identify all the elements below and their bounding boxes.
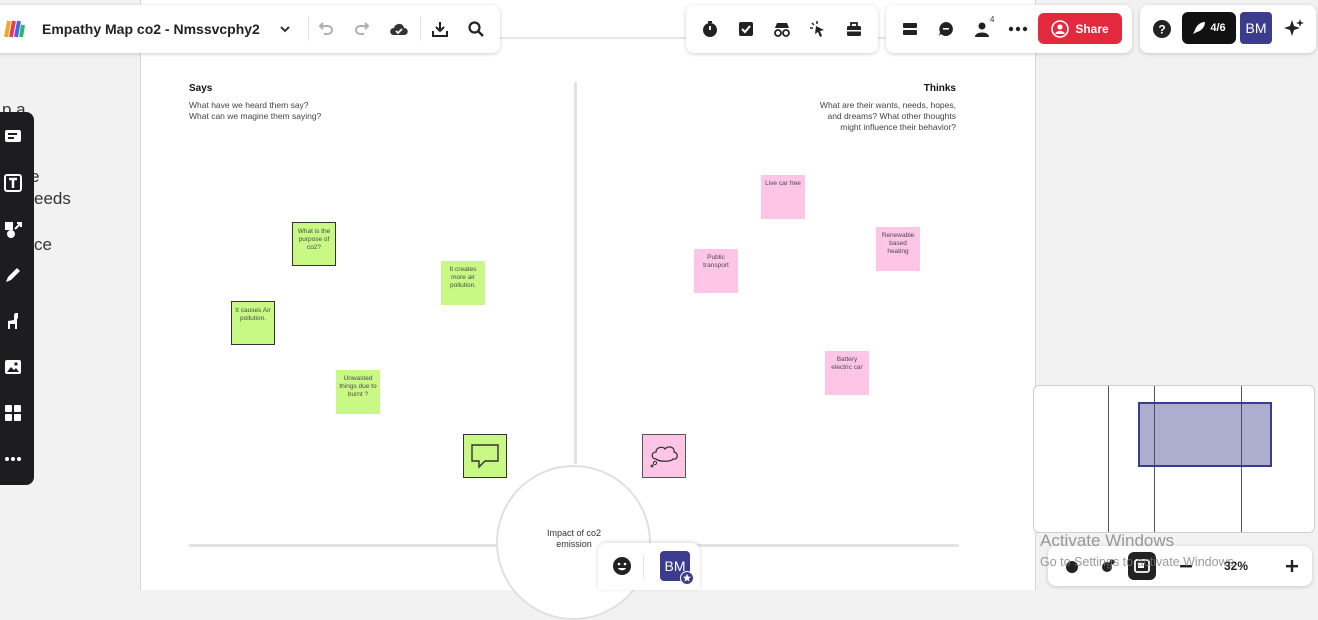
- export-icon[interactable]: [426, 15, 454, 43]
- llama-icon[interactable]: [0, 308, 26, 334]
- says-description: What have we heard them say? What can we…: [189, 100, 321, 122]
- svg-text:?: ?: [1158, 23, 1165, 37]
- miro-logo-icon[interactable]: [0, 15, 28, 43]
- cloud-saved-icon[interactable]: [385, 15, 413, 43]
- minimap-frame-edge: [1108, 386, 1109, 532]
- thinks-title: Thinks: [923, 83, 956, 94]
- attention-cursor-icon[interactable]: [804, 15, 832, 43]
- undo-icon[interactable]: [312, 15, 340, 43]
- share-user-icon: [1051, 19, 1070, 38]
- empathy-map-frame[interactable]: Says What have we heard them say? What c…: [140, 0, 1036, 620]
- collaborator-count: 4: [990, 15, 995, 24]
- sticky-note[interactable]: It causes Air pollution.: [231, 301, 275, 345]
- board-tools-bar: [686, 5, 878, 53]
- comments-icon[interactable]: [932, 15, 960, 43]
- toolbox-icon[interactable]: [840, 15, 868, 43]
- thought-sticky[interactable]: [642, 434, 686, 478]
- speech-bubble-icon: [471, 444, 499, 469]
- pen-icon[interactable]: [0, 262, 26, 288]
- says-title: Says: [189, 83, 213, 94]
- creation-toolbar: [0, 112, 34, 485]
- timer-icon[interactable]: [696, 15, 724, 43]
- text-icon[interactable]: [0, 170, 26, 196]
- more-options-icon[interactable]: [1004, 15, 1032, 43]
- progress-label: 4/6: [1210, 22, 1226, 34]
- sticky-note[interactable]: Battery electric car: [825, 351, 869, 395]
- board-title[interactable]: Empathy Map co2 - Nmssvcphy2: [42, 21, 260, 37]
- thinks-desc-line: might influence their behavior?: [840, 122, 956, 132]
- help-icon[interactable]: ?: [1148, 15, 1176, 43]
- thinks-desc-line: What are their wants, needs, hopes,: [819, 100, 956, 110]
- canvas-text-fragment: ce: [34, 235, 52, 254]
- sticky-note[interactable]: What is the purpose of co2?: [292, 222, 336, 266]
- minimap-viewport[interactable]: [1138, 402, 1272, 467]
- separator: [420, 17, 421, 41]
- canvas-text-fragment: eeds: [34, 189, 71, 208]
- minimap[interactable]: [1033, 385, 1315, 533]
- sticky-note[interactable]: Renewable based heating: [876, 227, 920, 271]
- onboarding-progress-button[interactable]: 4/6: [1182, 12, 1236, 44]
- says-desc-line: What can we magine them saying?: [189, 111, 322, 121]
- thinks-description: What are their wants, needs, hopes, and …: [820, 100, 956, 133]
- emoji-reaction-icon[interactable]: [608, 552, 636, 580]
- star-badge-icon: [680, 571, 694, 585]
- sticky-note[interactable]: It creates more air pollution.: [441, 261, 485, 305]
- templates-icon[interactable]: [0, 124, 26, 150]
- zoom-in-icon[interactable]: [1278, 552, 1306, 580]
- sparkle-icon[interactable]: [1280, 15, 1308, 43]
- says-desc-line: What have we heard them say?: [189, 100, 309, 110]
- chevron-down-icon[interactable]: [271, 15, 299, 43]
- search-icon[interactable]: [462, 15, 490, 43]
- separator: [643, 555, 644, 579]
- reactions-bar: BM: [598, 543, 700, 590]
- image-icon[interactable]: [0, 354, 26, 380]
- share-label: Share: [1075, 21, 1109, 36]
- quadrant-divider-vertical: [574, 82, 577, 464]
- redo-icon[interactable]: [348, 15, 376, 43]
- activation-watermark-title: Activate Windows: [1040, 531, 1175, 550]
- sticky-note[interactable]: Public transport: [694, 249, 738, 293]
- thinks-desc-line: and dreams? What other thoughts: [827, 111, 956, 121]
- share-button[interactable]: Share: [1038, 13, 1122, 44]
- board-list-icon[interactable]: [896, 15, 924, 43]
- rocket-icon: [1193, 22, 1206, 34]
- sticky-note[interactable]: Unwasted things due to burnt ?: [336, 370, 380, 414]
- more-icon[interactable]: [0, 446, 26, 472]
- apps-grid-icon[interactable]: [0, 400, 26, 426]
- shapes-icon[interactable]: [0, 216, 26, 242]
- avatar[interactable]: BM: [1240, 12, 1272, 44]
- voting-icon[interactable]: [732, 15, 760, 43]
- separator: [308, 17, 309, 41]
- comment-sticky[interactable]: [463, 434, 507, 478]
- private-mode-icon[interactable]: [768, 15, 796, 43]
- sticky-note[interactable]: Live car free: [761, 175, 805, 219]
- activation-watermark-subtitle: Go to Settings to activate Windows.: [1040, 555, 1238, 569]
- board-menu-bar: Empathy Map co2 - Nmssvcphy2: [0, 5, 500, 53]
- thought-bubble-icon: [650, 446, 678, 468]
